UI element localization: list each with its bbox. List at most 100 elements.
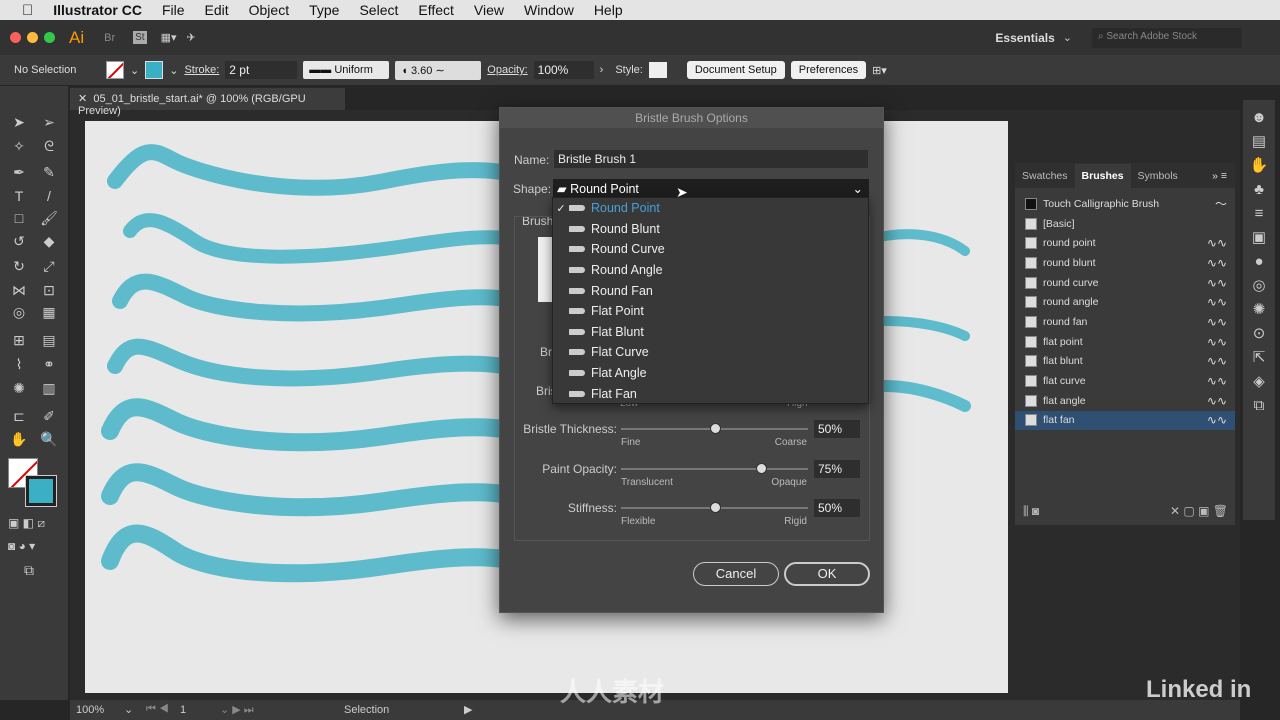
chevron-down-icon[interactable]: ⌄ <box>169 64 178 77</box>
direct-selection-tool-icon[interactable]: ➢ <box>40 114 58 132</box>
artboard-number[interactable]: 1 <box>180 704 186 716</box>
ok-button[interactable]: OK <box>784 562 870 586</box>
slider-track[interactable] <box>621 502 808 513</box>
brush-list-item[interactable]: round curve ∿∿ <box>1015 273 1235 293</box>
dock-icons[interactable]: ☻ ▤ ✋ ♣ ≡ ▣ ● ◎ ✺ ⊙ ⇱ ◈ ⧉ <box>1243 100 1275 418</box>
brush-libraries-icon[interactable]: ⫼ ◙ <box>1023 504 1039 519</box>
rotate-tool-icon[interactable]: ↻ <box>10 258 28 276</box>
brush-list-item[interactable]: flat blunt ∿∿ <box>1015 352 1235 372</box>
lasso-tool-icon[interactable]: ᘓ <box>40 138 58 156</box>
artboard-nav-prev[interactable]: ⏮ ◀ <box>146 703 169 716</box>
eyedropper-tool-icon[interactable]: ⌇ <box>10 356 28 374</box>
shape-option[interactable]: Round Curve <box>553 239 868 260</box>
slider-knob[interactable] <box>709 502 721 513</box>
width-tool-icon[interactable]: ⋈ <box>10 282 28 300</box>
zoom-level[interactable]: 100% <box>76 704 104 716</box>
hand-tool-icon[interactable]: ✋ <box>10 431 28 449</box>
blend-tool-icon[interactable]: ⚭ <box>40 356 58 374</box>
align-icon[interactable]: ⊞▾ <box>872 64 887 77</box>
slider-value-input[interactable]: 75% <box>814 459 860 478</box>
scale-tool-icon[interactable]: ⤢ <box>40 258 58 276</box>
selection-tool-icon[interactable]: ➤ <box>10 114 28 132</box>
shape-builder-tool-icon[interactable]: ◎ <box>10 304 28 322</box>
brush-list-item[interactable]: flat point ∿∿ <box>1015 332 1235 352</box>
slider-value-input[interactable]: 50% <box>814 499 860 517</box>
menu-object[interactable]: Object <box>249 2 289 18</box>
menu-window[interactable]: Window <box>524 2 574 18</box>
tab-symbols[interactable]: Symbols <box>1131 170 1185 182</box>
perspective-grid-tool-icon[interactable]: ▦ <box>40 304 58 322</box>
fill-swatch[interactable] <box>106 61 124 79</box>
variable-width-profile[interactable]: ▬▬ Uniform <box>303 61 390 79</box>
workspace-switcher[interactable]: Essentials <box>995 31 1054 45</box>
gpu-icon[interactable]: ✈ <box>187 31 196 44</box>
apple-icon[interactable]:  <box>22 2 33 19</box>
menu-type[interactable]: Type <box>309 2 339 18</box>
magic-wand-tool-icon[interactable]: ✧ <box>10 138 28 156</box>
stroke-swatch[interactable] <box>145 61 164 79</box>
brush-list-item[interactable]: round point ∿∿ <box>1015 233 1235 253</box>
shaper-tool-icon[interactable]: ↺ <box>10 233 28 251</box>
cancel-button[interactable]: Cancel <box>693 562 779 586</box>
menu-effect[interactable]: Effect <box>418 2 454 18</box>
panel-menu-icon[interactable]: » ≡ <box>1212 170 1227 182</box>
stroke-color-box[interactable] <box>25 475 57 507</box>
type-tool-icon[interactable]: T <box>10 188 28 206</box>
line-tool-icon[interactable]: / <box>40 188 58 206</box>
paintbrush-tool-icon[interactable]: 🖌 <box>40 210 58 228</box>
eraser-tool-icon[interactable]: ◆ <box>40 233 58 251</box>
menu-edit[interactable]: Edit <box>205 2 229 18</box>
opacity-input[interactable]: 100% <box>533 61 594 79</box>
tab-swatches[interactable]: Swatches <box>1015 170 1075 182</box>
chevron-down-icon[interactable]: ⌄ <box>130 64 139 77</box>
shape-option[interactable]: Round Blunt <box>553 219 868 240</box>
color-mode-icons[interactable]: ▣ ◧ ⧄ <box>8 516 45 531</box>
shape-option[interactable]: ✓ Round Point <box>553 198 868 219</box>
minimize-window-button[interactable] <box>27 32 38 43</box>
symbol-sprayer-tool-icon[interactable]: ✺ <box>10 380 28 398</box>
chevron-right-icon[interactable]: › <box>600 64 604 76</box>
slider-value-input[interactable]: 50% <box>814 420 860 438</box>
chevron-down-icon[interactable]: ⌄ <box>124 703 133 716</box>
brush-list-item[interactable]: flat angle ∿∿ <box>1015 391 1235 411</box>
document-setup-button[interactable]: Document Setup <box>686 61 785 79</box>
bridge-button[interactable]: Br <box>104 32 115 44</box>
artboard-tool-icon[interactable]: ⊏ <box>10 408 28 426</box>
shape-option[interactable]: Flat Curve <box>553 342 868 363</box>
slider-knob[interactable] <box>756 462 768 474</box>
slider-knob[interactable] <box>709 423 721 434</box>
brush-list-item[interactable]: round fan ∿∿ <box>1015 312 1235 332</box>
brush-list-item[interactable]: round blunt ∿∿ <box>1015 253 1235 273</box>
shape-option[interactable]: Round Angle <box>553 260 868 281</box>
pen-tool-icon[interactable]: ✒ <box>10 164 28 182</box>
gradient-tool-icon[interactable]: ▤ <box>40 332 58 350</box>
menu-file[interactable]: File <box>162 2 185 18</box>
opacity-label[interactable]: Opacity: <box>487 64 527 76</box>
preferences-button[interactable]: Preferences <box>790 61 867 79</box>
artboard-nav-next[interactable]: ⌄ ▶ ⏭ <box>220 703 254 717</box>
menu-select[interactable]: Select <box>359 2 398 18</box>
app-menu[interactable]: Illustrator CC <box>53 2 142 18</box>
shape-option[interactable]: Flat Fan <box>553 383 868 404</box>
rectangle-tool-icon[interactable]: □ <box>10 210 28 228</box>
shape-option[interactable]: Round Fan <box>553 280 868 301</box>
stock-button[interactable]: St <box>133 31 147 44</box>
stroke-weight-input[interactable]: 2 pt <box>225 61 298 79</box>
arrange-documents-icon[interactable]: ▦▾ <box>161 31 177 44</box>
brush-list-item[interactable]: flat fan ∿∿ <box>1015 410 1235 431</box>
brush-list-item[interactable]: flat curve ∿∿ <box>1015 371 1235 391</box>
chevron-down-icon[interactable]: ⌄ <box>1063 31 1072 44</box>
brush-definition[interactable]: ◖ 3.60 ∼ <box>395 60 482 80</box>
draw-mode-icons[interactable]: ◙ ◕ ▾ <box>8 539 35 553</box>
mesh-tool-icon[interactable]: ⊞ <box>10 332 28 350</box>
menu-help[interactable]: Help <box>594 2 623 18</box>
slider-track[interactable] <box>621 462 808 474</box>
free-transform-tool-icon[interactable]: ⊡ <box>40 282 58 300</box>
shape-option[interactable]: Flat Point <box>553 301 868 322</box>
stock-search-input[interactable]: ⌕ Search Adobe Stock <box>1092 27 1242 48</box>
brush-list-item[interactable]: Touch Calligraphic Brush 〜 <box>1015 194 1235 214</box>
screen-mode-icon[interactable]: ⧉ <box>24 562 34 579</box>
brush-actions-icons[interactable]: ✕ ▢ ▣ 🗑 <box>1170 504 1228 519</box>
graphic-style-swatch[interactable] <box>648 62 667 78</box>
slider-track[interactable] <box>621 423 808 434</box>
